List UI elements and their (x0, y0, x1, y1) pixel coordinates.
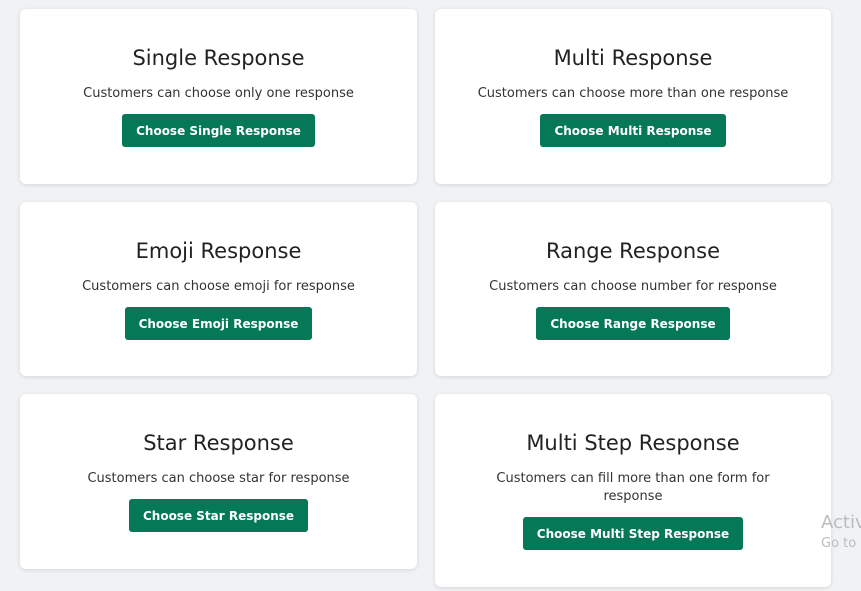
card-title: Multi Step Response (526, 431, 740, 455)
card-single-response: Single Response Customers can choose onl… (20, 9, 417, 184)
activation-watermark-subtitle: Go to (821, 536, 857, 551)
choose-single-response-button[interactable]: Choose Single Response (122, 114, 315, 147)
card-title: Single Response (132, 46, 305, 70)
card-emoji-response: Emoji Response Customers can choose emoj… (20, 202, 417, 376)
choose-multi-step-response-button[interactable]: Choose Multi Step Response (522, 517, 744, 550)
card-title: Emoji Response (135, 239, 302, 263)
activation-watermark-title: Activ (821, 512, 861, 533)
choose-emoji-response-button[interactable]: Choose Emoji Response (124, 307, 313, 340)
card-description: Customers can fill more than one form fo… (496, 471, 770, 504)
card-description: Customers can choose only one response (83, 86, 354, 101)
card-star-response: Star Response Customers can choose star … (20, 394, 417, 569)
choose-range-response-button[interactable]: Choose Range Response (536, 307, 730, 340)
card-title: Star Response (143, 431, 294, 455)
card-title: Multi Response (553, 46, 713, 70)
card-title: Range Response (545, 239, 721, 263)
card-range-response: Range Response Customers can choose numb… (435, 202, 831, 376)
card-description: Customers can choose emoji for response (82, 279, 355, 294)
card-description: Customers can choose more than one respo… (477, 86, 789, 101)
choose-multi-response-button[interactable]: Choose Multi Response (540, 114, 726, 147)
choose-star-response-button[interactable]: Choose Star Response (128, 499, 309, 532)
card-multi-step-response: Multi Step Response Customers can fill m… (435, 394, 831, 587)
card-multi-response: Multi Response Customers can choose more… (435, 9, 831, 184)
card-description: Customers can choose star for response (87, 471, 350, 486)
card-description: Customers can choose number for response (489, 279, 777, 294)
